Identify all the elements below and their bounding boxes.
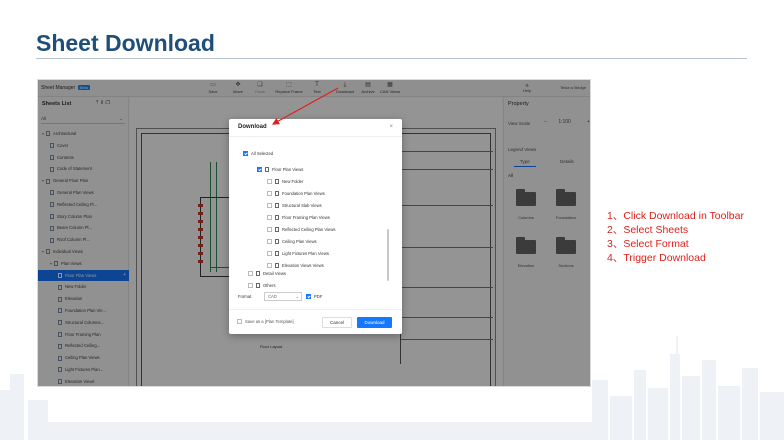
sheet-icon bbox=[275, 179, 279, 185]
dialog-item-label: Detail Views bbox=[263, 271, 286, 276]
sheet-icon bbox=[275, 203, 279, 209]
folder-icon bbox=[256, 283, 260, 289]
dialog-item-label: Others bbox=[263, 283, 276, 288]
checkbox[interactable] bbox=[267, 227, 272, 233]
cancel-button[interactable]: Cancel bbox=[322, 317, 352, 328]
dialog-item-label: Ceiling Plan Views bbox=[282, 239, 317, 244]
sheet-icon bbox=[265, 167, 269, 173]
checkbox[interactable] bbox=[267, 263, 272, 269]
pdf-checkbox[interactable]: PDF bbox=[306, 294, 322, 300]
dialog-sheet-item[interactable]: Ceiling Plan Views bbox=[267, 239, 317, 245]
save-template-checkbox[interactable]: Save as a [Plan Template] bbox=[237, 319, 294, 325]
instruction-steps: 1、Click Download in Toolbar 2、Select She… bbox=[607, 209, 744, 265]
dialog-sheet-item[interactable]: Structural Slab Views bbox=[267, 203, 322, 209]
dialog-sheet-item[interactable]: Foundation Plan Views bbox=[267, 191, 325, 197]
checkbox[interactable] bbox=[267, 251, 272, 257]
checkbox[interactable] bbox=[267, 191, 272, 197]
dialog-item-label: New Folder bbox=[282, 179, 304, 184]
dialog-sheet-item[interactable]: Others bbox=[248, 283, 276, 289]
slide-title: Sheet Download bbox=[36, 30, 215, 56]
sheet-icon bbox=[275, 263, 279, 269]
dialog-item-label: Floor Plan Views bbox=[272, 167, 304, 172]
dialog-item-label: Light Fixtures Plan Views bbox=[282, 251, 329, 256]
format-label: Format bbox=[238, 294, 252, 299]
dialog-item-label: Foundation Plan Views bbox=[282, 191, 325, 196]
sheet-icon bbox=[275, 251, 279, 257]
dialog-sheet-item[interactable]: Light Fixtures Plan Views bbox=[267, 251, 329, 257]
checkbox[interactable] bbox=[267, 215, 272, 221]
dialog-sheet-item[interactable]: Detail Views bbox=[248, 271, 286, 277]
dialog-item-label: Reflected Ceiling Plan Views bbox=[282, 227, 336, 232]
download-dialog: Download × All Selected Floor Plan Views… bbox=[229, 119, 402, 334]
format-select[interactable]: CAD ⌄ bbox=[264, 292, 302, 301]
dialog-scrollbar[interactable] bbox=[387, 229, 389, 281]
dialog-sheet-item[interactable]: Elevation Views Views bbox=[267, 263, 324, 269]
step-1: 1、Click Download in Toolbar bbox=[607, 210, 744, 222]
sheet-icon bbox=[275, 227, 279, 233]
dialog-sheet-item[interactable]: Reflected Ceiling Plan Views bbox=[267, 227, 336, 233]
sheet-icon bbox=[275, 239, 279, 245]
folder-icon bbox=[256, 271, 260, 277]
step-4: 4、Trigger Download bbox=[607, 252, 706, 264]
close-icon[interactable]: × bbox=[389, 124, 393, 130]
download-button[interactable]: Download bbox=[357, 317, 392, 328]
select-all-checkbox[interactable]: All Selected bbox=[243, 151, 273, 157]
dialog-sheet-item[interactable]: New Folder bbox=[267, 179, 304, 185]
checkbox[interactable] bbox=[248, 283, 253, 289]
dialog-sheet-item[interactable]: Floor Framing Plan Views bbox=[267, 215, 330, 221]
checkbox[interactable] bbox=[267, 203, 272, 209]
checkbox[interactable] bbox=[248, 271, 253, 277]
dialog-item-label: Structural Slab Views bbox=[282, 203, 322, 208]
step-3: 3、Select Format bbox=[607, 238, 689, 250]
dialog-sheet-item[interactable]: Floor Plan Views bbox=[257, 167, 304, 173]
sheet-icon bbox=[275, 215, 279, 221]
dialog-item-label: Elevation Views Views bbox=[282, 263, 324, 268]
dialog-item-label: Floor Framing Plan Views bbox=[282, 215, 330, 220]
dialog-title: Download bbox=[238, 124, 267, 130]
step-2: 2、Select Sheets bbox=[607, 224, 689, 236]
checkbox[interactable] bbox=[267, 239, 272, 245]
checkbox[interactable] bbox=[257, 167, 262, 173]
checkbox[interactable] bbox=[267, 179, 272, 185]
chevron-down-icon: ⌄ bbox=[295, 294, 299, 299]
app-screenshot: Sheet Manager Beta ▭ Save ✥ Move ❏ Paste ⬚ R… bbox=[37, 79, 591, 387]
title-divider bbox=[36, 58, 747, 59]
sheet-icon bbox=[275, 191, 279, 197]
